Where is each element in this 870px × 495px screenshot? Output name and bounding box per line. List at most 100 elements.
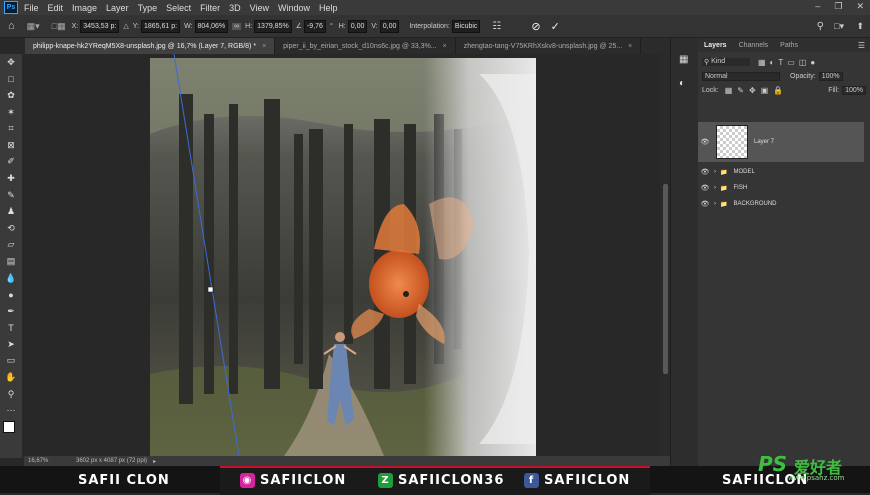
foreground-color[interactable] [3,421,15,434]
tab-document-2[interactable]: piper_ii_by_eirian_stock_d10ns6c.jpg @ 3… [275,38,456,54]
close-tab-icon[interactable]: × [262,43,266,50]
menu-window[interactable]: Window [278,3,310,13]
expand-icon[interactable]: › [714,185,716,191]
link-icon[interactable]: ∞ [232,22,242,30]
path-select-tool-icon[interactable]: ➤ [0,336,22,353]
zoom-level[interactable]: 16,67% [28,458,68,464]
gradient-tool-icon[interactable]: ▤ [0,253,22,270]
restore-icon[interactable]: ❐ [834,1,842,12]
angle-field[interactable]: -9,76 [303,19,326,33]
close-tab-icon[interactable]: × [628,43,632,50]
layer-name[interactable]: FISH [733,185,747,191]
v-skew-field[interactable]: 0,00 [379,19,400,33]
marquee-tool-icon[interactable]: □ [0,71,22,88]
reference-point-icon[interactable]: □▦ [52,21,66,32]
folder-icon: 📁 [720,201,728,208]
hand-tool-icon[interactable]: ✋ [0,369,22,386]
eraser-tool-icon[interactable]: ▱ [0,237,22,254]
w-field[interactable]: 804,06% [194,19,229,33]
document-canvas[interactable] [24,54,660,456]
opacity-field[interactable]: 100% [818,71,843,81]
menu-edit[interactable]: Edit [48,3,64,13]
menu-help[interactable]: Help [319,3,338,13]
menu-view[interactable]: View [250,3,269,13]
y-field[interactable]: 1865,61 p: [140,19,181,33]
filter-icons[interactable]: ▦◐T▭◫● [758,58,819,67]
home-icon[interactable]: ⌂ [8,20,15,32]
adjustments-panel-icon[interactable]: ◐ [679,78,685,89]
canvas-area[interactable] [24,54,660,456]
close-icon[interactable]: ✕ [856,1,864,12]
tool-preset-icon[interactable]: ▦▾ [27,21,40,32]
pen-tool-icon[interactable]: ✒ [0,303,22,320]
tab-paths[interactable]: Paths [774,42,804,49]
search-icon[interactable]: ⚲ [817,21,824,32]
layer-name[interactable]: BACKGROUND [733,201,776,207]
close-tab-icon[interactable]: × [443,43,447,50]
cancel-transform-icon[interactable]: ⊘ [531,20,540,33]
expand-icon[interactable]: › [714,169,716,175]
menu-filter[interactable]: Filter [200,3,220,13]
more-tools-icon[interactable]: ⋯ [0,402,22,419]
share-icon[interactable]: ⬆ [856,21,864,32]
delta-icon[interactable]: △ [123,22,128,30]
tab-document-1[interactable]: philipp-knape-hk2YReqM5X8-unsplash.jpg @… [25,38,276,54]
quick-select-tool-icon[interactable]: ✶ [0,104,22,121]
minimize-icon[interactable]: – [815,1,820,12]
vertical-scrollbar[interactable] [660,54,670,456]
menu-type[interactable]: Type [138,3,158,13]
menu-select[interactable]: Select [166,3,191,13]
blur-tool-icon[interactable]: 💧 [0,270,22,287]
frame-tool-icon[interactable]: ⊠ [0,137,22,154]
menu-layer[interactable]: Layer [106,3,129,13]
move-tool-icon[interactable]: ✥ [0,54,22,71]
blend-mode-select[interactable]: Normal [702,71,780,81]
commit-transform-icon[interactable]: ✓ [551,20,560,33]
tab-layers[interactable]: Layers [698,42,733,49]
layer-name[interactable]: Layer 7 [754,139,774,145]
fill-field[interactable]: 100% [842,85,866,95]
visibility-icon[interactable]: 👁 [698,200,712,208]
eyedropper-tool-icon[interactable]: ✐ [0,154,22,171]
menu-file[interactable]: File [24,3,39,13]
layer-name[interactable]: MODEL [733,169,754,175]
transform-handle[interactable] [207,286,214,293]
dodge-tool-icon[interactable]: ● [0,286,22,303]
lasso-tool-icon[interactable]: ✿ [0,87,22,104]
filter-kind-select[interactable]: ⚲ Kind [702,58,750,66]
crop-tool-icon[interactable]: ⌗ [0,120,22,137]
visibility-icon[interactable]: 👁 [698,184,712,192]
lock-icons[interactable]: ▦✎✥▣🔒 [725,86,788,95]
layer-row-background[interactable]: 👁 › 📁 BACKGROUND [698,196,864,212]
zoom-tool-icon[interactable]: ⚲ [0,386,22,403]
menu-image[interactable]: Image [72,3,97,13]
window-controls: – ❐ ✕ [815,1,864,12]
status-arrow-icon[interactable]: ▸ [153,458,156,465]
layer-row-layer7[interactable]: 👁 Layer 7 [698,122,864,162]
visibility-icon[interactable]: 👁 [698,138,712,146]
x-field[interactable]: 3453,53 p: [80,19,120,33]
warp-icon[interactable]: ☷ [492,21,501,32]
type-tool-icon[interactable]: T [0,320,22,337]
tab-channels[interactable]: Channels [733,42,775,49]
history-brush-tool-icon[interactable]: ⟲ [0,220,22,237]
clone-stamp-tool-icon[interactable]: ♟ [0,203,22,220]
opacity-label: Opacity: [790,72,816,80]
interpolation-select[interactable]: Bicubic [451,19,481,33]
tab-document-3[interactable]: zhengtao-tang-V75KRhXskv8-unsplash.jpg @… [456,38,642,54]
h-field[interactable]: 1379,85% [254,19,292,33]
visibility-icon[interactable]: 👁 [698,168,712,176]
layer-row-model[interactable]: 👁 › 📁 MODEL [698,164,864,180]
expand-icon[interactable]: › [714,201,716,207]
scroll-thumb[interactable] [663,184,668,374]
shape-tool-icon[interactable]: ▭ [0,353,22,370]
layer-row-fish[interactable]: 👁 › 📁 FISH [698,180,864,196]
panel-menu-icon[interactable]: ☰ [858,41,865,50]
h-skew-field[interactable]: 0,00 [347,19,368,33]
workspace-icon[interactable]: □▾ [834,21,844,32]
properties-panel-icon[interactable]: ▦ [679,54,688,65]
menu-3d[interactable]: 3D [229,3,241,13]
healing-tool-icon[interactable]: ✚ [0,170,22,187]
brush-tool-icon[interactable]: ✎ [0,187,22,204]
color-swatches[interactable] [0,419,22,445]
